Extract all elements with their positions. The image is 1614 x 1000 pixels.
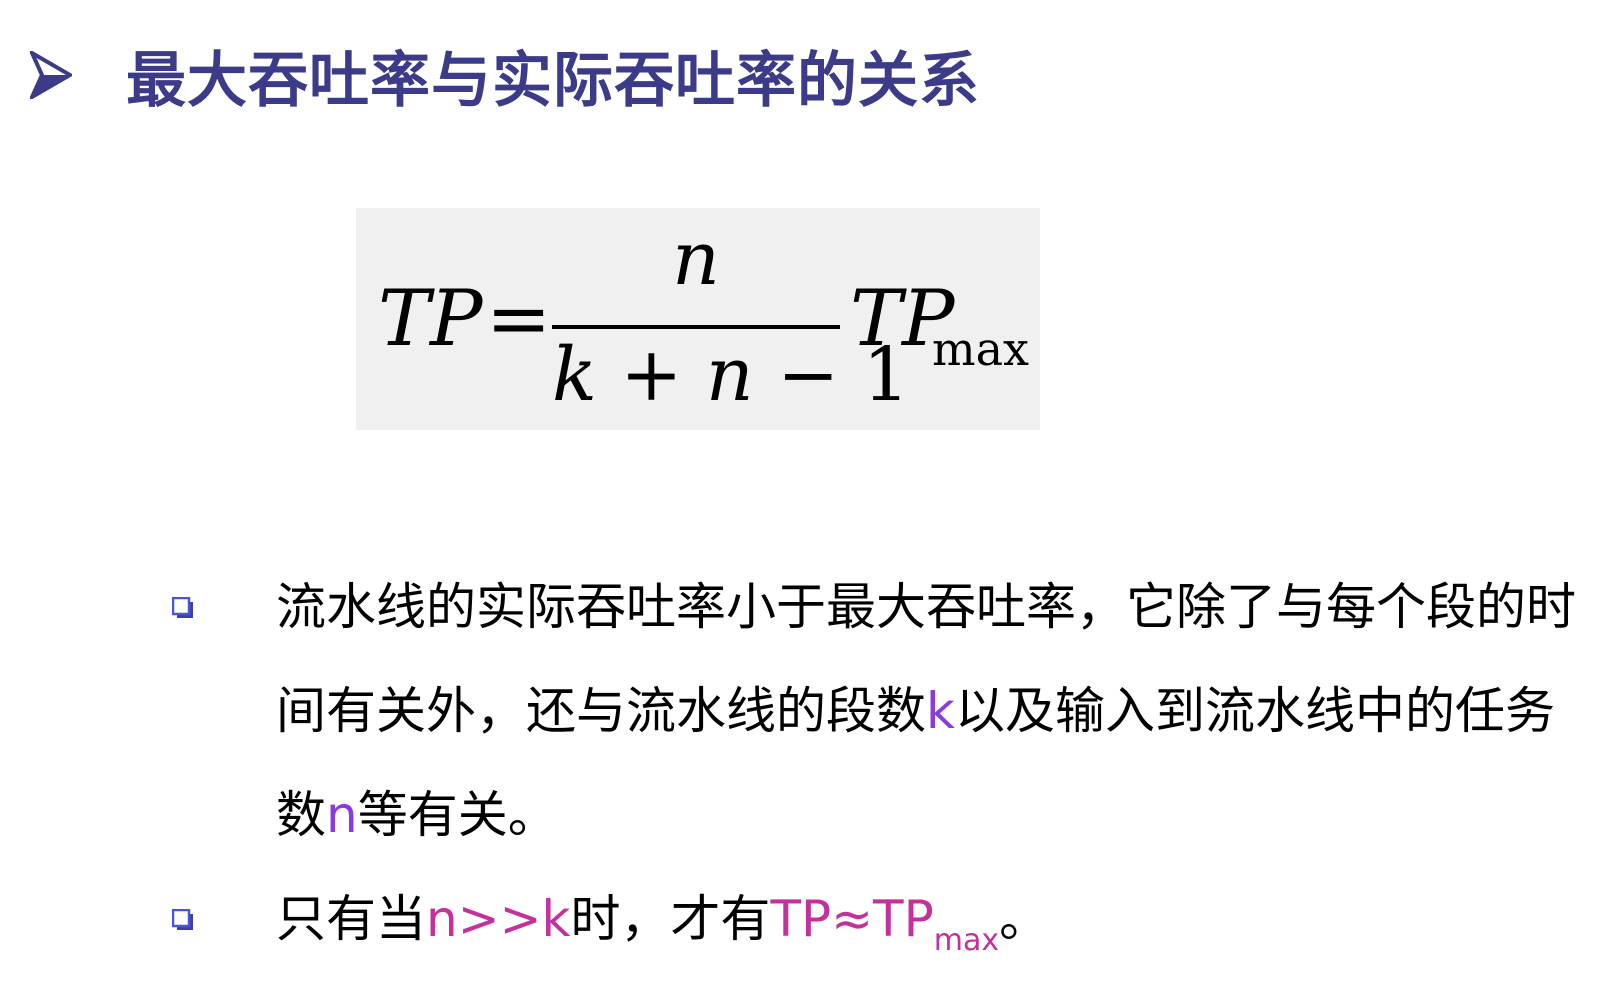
bullet-2-text-part-3: 。 [999, 890, 1050, 948]
bullet-2-text-part-1: 只有当 [276, 890, 426, 948]
bullet-1-text-part-3: 等有关。 [357, 786, 558, 844]
var-k: k [926, 682, 955, 740]
formula-numerator: n [672, 216, 720, 302]
denominator-k: k [552, 332, 597, 418]
tp-approx-expr: TP≈TP [770, 890, 934, 948]
formula-equals: = [486, 274, 552, 364]
fraction-bar [552, 325, 840, 329]
denominator-minus: − [753, 332, 863, 418]
bullet-text-actual-throughput: 流水线的实际吞吐率小于最大吞吐率，它除了与每个段的时间有关外，还与流水线的段数k… [276, 555, 1596, 867]
formula-lhs: TP [378, 274, 483, 364]
denominator-n: n [705, 332, 754, 418]
throughput-formula: TP = n k + n − 1 TP max [366, 208, 1036, 430]
bullet-text-condition: 只有当n>>k时，才有TP≈TPmax。 [276, 867, 1596, 993]
formula-box: TP = n k + n − 1 TP max [356, 208, 1040, 430]
arrow-bullet-icon [30, 51, 72, 99]
denominator-plus: + [596, 332, 706, 418]
condition-n-gg-k: n>>k [426, 890, 571, 948]
slide-title: 最大吞吐率与实际吞吐率的关系 [126, 45, 980, 116]
bullet-2-text-part-2: 时，才有 [570, 890, 771, 948]
formula-rhs-subscript: max [932, 322, 1029, 376]
slide-header: 最大吞吐率与实际吞吐率的关系 [30, 30, 980, 120]
square-bullet-icon [172, 597, 193, 618]
formula-denominator: k + n − 1 [552, 332, 910, 418]
square-bullet-icon [172, 909, 193, 930]
var-n: n [326, 786, 358, 844]
tp-approx-subscript: max [933, 923, 1000, 958]
